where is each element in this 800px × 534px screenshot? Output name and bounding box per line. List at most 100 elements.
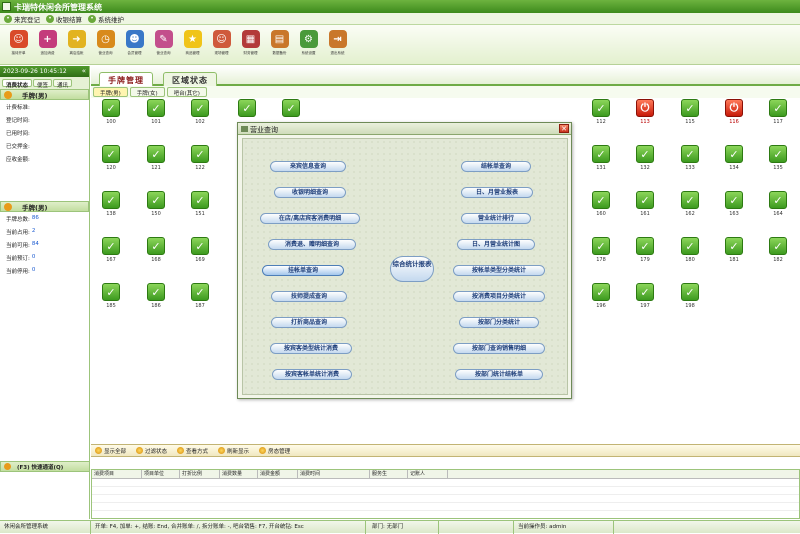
query-button[interactable]: 日、月营业统计图 (457, 239, 535, 250)
table-cell[interactable]: ✓ 164 (768, 191, 788, 217)
query-button[interactable]: 技师提成查询 (271, 291, 347, 302)
table-cell[interactable]: ✓ 150 (146, 191, 166, 217)
toolbar-button[interactable]: ☺ 现场管理 (207, 25, 236, 65)
query-button[interactable]: 按宾客类型统计消费 (270, 343, 352, 354)
table-cell[interactable]: ✓ 163 (724, 191, 744, 217)
subtab[interactable]: 手牌(男) (93, 87, 128, 97)
table-cell[interactable]: ✓ 100 (101, 99, 121, 125)
column-header[interactable]: 消费项目 (92, 470, 142, 479)
table-cell[interactable]: ✓ 121 (146, 145, 166, 171)
table-cell[interactable]: ✓ 120 (101, 145, 121, 171)
menu-item[interactable]: • 收银结算 (46, 14, 82, 24)
action-button[interactable]: 过滤状态 (136, 447, 167, 455)
table-cell[interactable]: ✓ 161 (635, 191, 655, 217)
close-icon[interactable]: ✕ (559, 124, 569, 133)
query-button[interactable]: 日、月营业报表 (461, 187, 533, 198)
table-cell[interactable]: ✓ 162 (680, 191, 700, 217)
action-button[interactable]: 刷新显示 (218, 447, 249, 455)
collapse-toggle-icon[interactable] (4, 463, 11, 470)
left-tab[interactable]: 便签 (33, 79, 53, 89)
query-button[interactable]: 打折商品查询 (271, 317, 347, 328)
toolbar-button[interactable]: ☺ 接待开单 (4, 25, 33, 65)
query-button[interactable]: 按部门分类统计 (459, 317, 539, 328)
query-button[interactable]: 按帐单类型分类统计 (453, 265, 545, 276)
toolbar-button[interactable]: + 追加消费 (33, 25, 62, 65)
column-header[interactable]: 打折比例 (180, 470, 220, 479)
toolbar-button[interactable]: ⇥ 退出系统 (323, 25, 352, 65)
table-row[interactable] (92, 487, 799, 495)
table-cell[interactable]: ✓ 186 (146, 283, 166, 309)
table-cell[interactable]: ✓ 198 (680, 283, 700, 309)
column-header[interactable]: 记账人 (408, 470, 448, 479)
query-button[interactable]: 来宾信息查询 (270, 161, 346, 172)
table-cell[interactable]: ✓ 102 (190, 99, 210, 125)
table-cell[interactable]: ✓ 169 (190, 237, 210, 263)
collapse-arrow-icon[interactable]: « (82, 67, 86, 75)
action-button[interactable]: 查看方式 (177, 447, 208, 455)
table-cell[interactable]: ✓ 151 (190, 191, 210, 217)
toolbar-button[interactable]: ◷ 营业查询 (91, 25, 120, 65)
column-header[interactable]: 项目单位 (142, 470, 180, 479)
query-button[interactable]: 结帐单查询 (461, 161, 531, 172)
action-button[interactable]: 房态管理 (259, 447, 290, 455)
menu-item[interactable]: • 来宾登记 (4, 14, 40, 24)
table-cell[interactable]: ✓ 135 (768, 145, 788, 171)
table-cell[interactable]: ✓ 122 (190, 145, 210, 171)
query-button[interactable]: 按消费项目分类统计 (453, 291, 545, 302)
subtab[interactable]: 手牌(女) (129, 87, 165, 97)
table-cell[interactable]: ✓ 185 (101, 283, 121, 309)
table-cell[interactable]: ✓ 133 (680, 145, 700, 171)
table-cell[interactable]: ✓ 187 (190, 283, 210, 309)
table-cell[interactable]: ✓ 131 (591, 145, 611, 171)
table-cell[interactable]: ⏻ 113 (635, 99, 655, 125)
tab-table-management[interactable]: 手牌管理 (99, 72, 153, 86)
toolbar-button[interactable]: ▤ 数据备份 (265, 25, 294, 65)
table-row[interactable] (92, 495, 799, 503)
column-header[interactable]: 消费数量 (220, 470, 258, 479)
table-row[interactable] (92, 479, 799, 487)
table-cell[interactable]: ✓ 182 (768, 237, 788, 263)
table-cell[interactable]: ✓ 160 (591, 191, 611, 217)
table-cell[interactable]: ✓ 134 (724, 145, 744, 171)
column-header[interactable]: 服务生 (370, 470, 408, 479)
table-cell[interactable]: ✓ 117 (768, 99, 788, 125)
table-cell[interactable]: ✓ 196 (591, 283, 611, 309)
query-button[interactable]: 消费退、赠明细查询 (268, 239, 356, 250)
left-tab[interactable]: 消费状态 (2, 79, 33, 89)
subtab[interactable]: 吧台(其它) (166, 87, 207, 97)
left-tab[interactable]: 通讯 (53, 79, 73, 89)
query-button[interactable]: 在店/离店宾客消费明细 (260, 213, 360, 224)
table-row[interactable] (92, 503, 799, 511)
query-button[interactable]: 按宾客帐单统计消费 (272, 369, 352, 380)
query-button[interactable]: 按部门统计结帐单 (455, 369, 543, 380)
menu-item[interactable]: • 系统维护 (88, 14, 124, 24)
query-button[interactable]: 按部门查询销售明细 (453, 343, 545, 354)
table-cell[interactable]: ✓ 132 (635, 145, 655, 171)
table-cell[interactable]: ✓ 112 (591, 99, 611, 125)
action-button[interactable]: 显示全部 (95, 447, 126, 455)
table-cell[interactable]: ✓ 181 (724, 237, 744, 263)
query-button[interactable]: 收银明细查询 (274, 187, 346, 198)
table-cell[interactable]: ✓ 167 (101, 237, 121, 263)
tab-area-status[interactable]: 区域状态 (163, 72, 217, 86)
table-cell[interactable]: ✓ 168 (146, 237, 166, 263)
summary-report-button[interactable]: 综合统计报表 (390, 256, 434, 282)
table-cell[interactable]: ✓ 179 (635, 237, 655, 263)
table-cell[interactable]: ✓ 178 (591, 237, 611, 263)
toolbar-button[interactable]: ★ 商品管理 (178, 25, 207, 65)
column-header[interactable]: 消费时间 (298, 470, 370, 479)
collapse-toggle-icon[interactable] (4, 90, 12, 99)
toolbar-button[interactable]: ➜ 离店结帐 (62, 25, 91, 65)
toolbar-button[interactable]: ⚙ 系统设置 (294, 25, 323, 65)
table-cell[interactable]: ✓ 101 (146, 99, 166, 125)
table-cell[interactable]: ✓ 197 (635, 283, 655, 309)
table-cell[interactable]: ✓ 115 (680, 99, 700, 125)
column-header[interactable]: 消费金额 (258, 470, 298, 479)
toolbar-button[interactable]: ✎ 营业查询 (149, 25, 178, 65)
query-button[interactable]: 营业统计排行 (461, 213, 531, 224)
table-cell[interactable]: ✓ 138 (101, 191, 121, 217)
table-cell[interactable]: ✓ 180 (680, 237, 700, 263)
toolbar-button[interactable]: ▦ 财务管理 (236, 25, 265, 65)
query-button[interactable]: 挂帐单查询 (262, 265, 344, 276)
table-cell[interactable]: ⏻ 116 (724, 99, 744, 125)
